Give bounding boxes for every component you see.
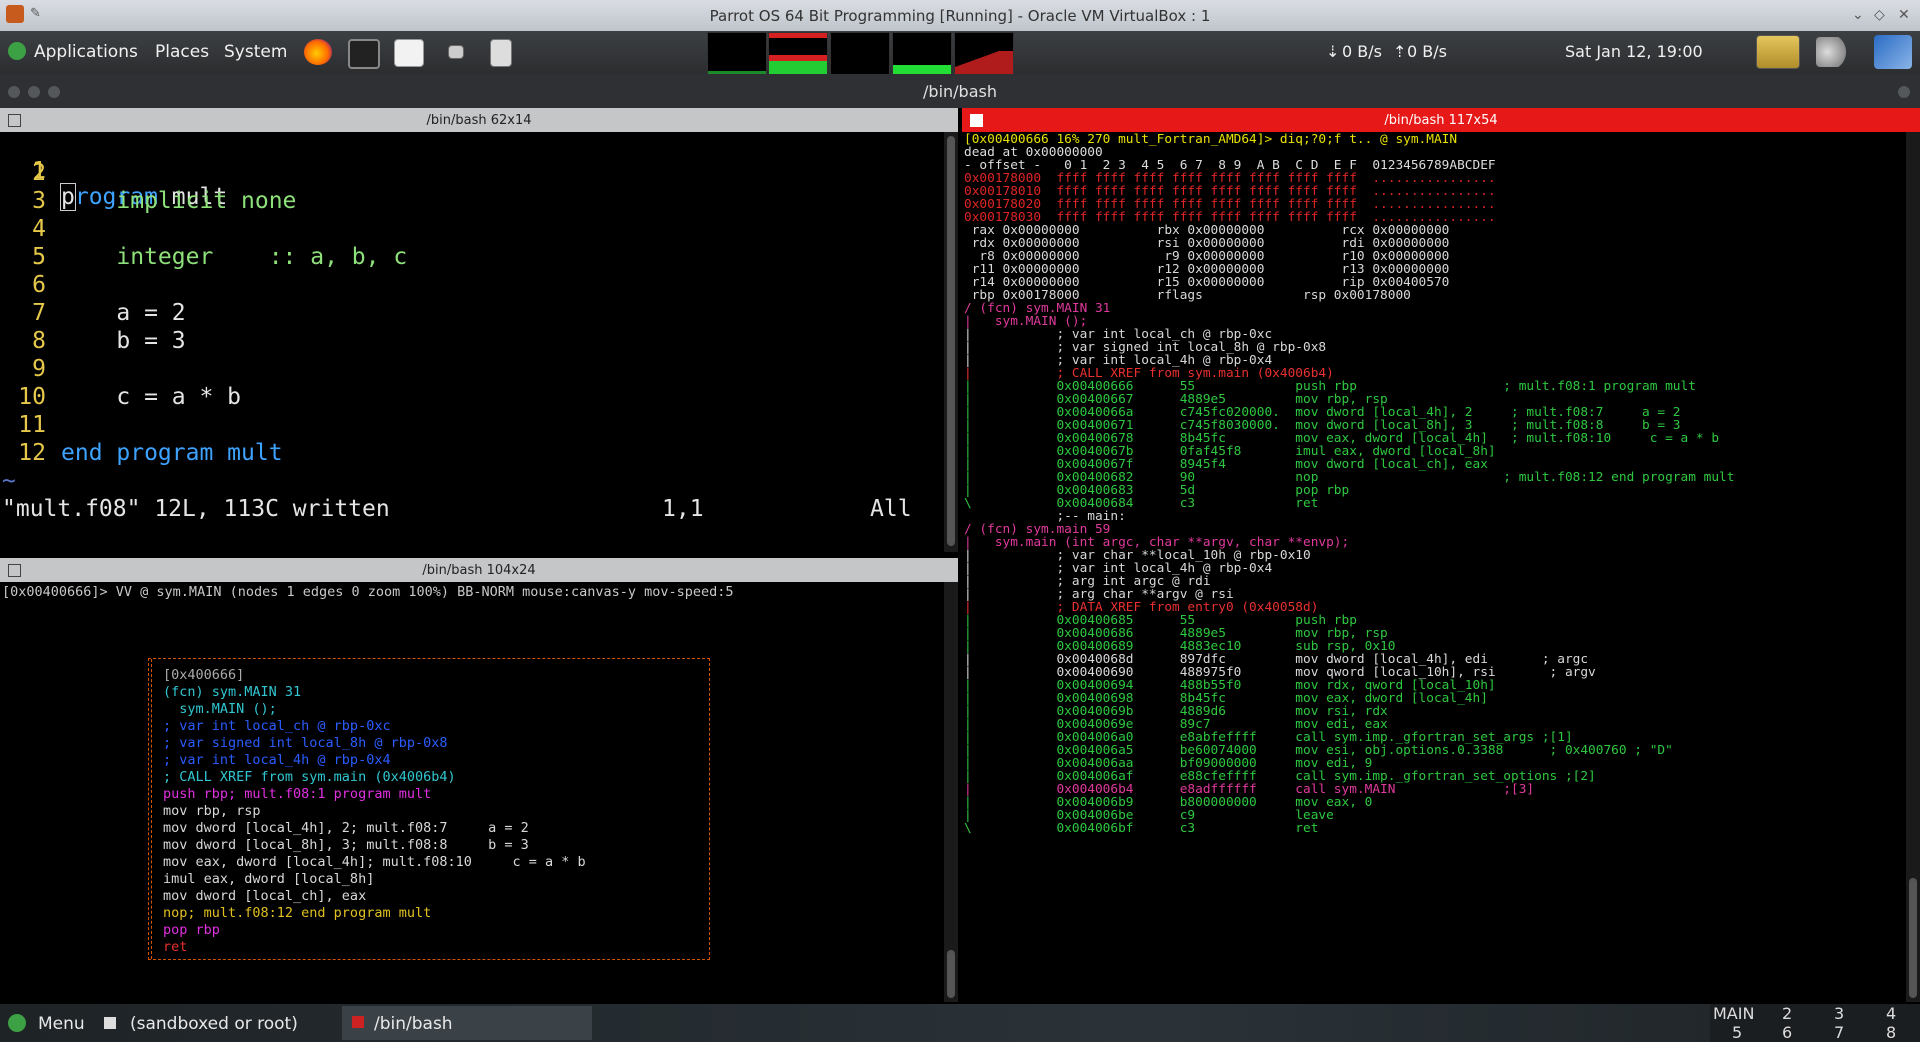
load-graph	[954, 32, 1014, 76]
taskbar-item-bash[interactable]: /bin/bash	[374, 1014, 453, 1034]
workspace-main[interactable]: MAIN	[1713, 1004, 1754, 1023]
swap-graph	[892, 32, 952, 76]
menu-places[interactable]: Places	[155, 42, 209, 62]
graph-node-box[interactable]: [0x400666] (fcn) sym.MAIN 31 sym.MAIN ()…	[148, 658, 710, 960]
terminal-icon[interactable]	[348, 39, 380, 69]
node-line: ret	[163, 939, 188, 955]
node-line: mov dword [local_4h], 2; mult.f08:7 a = …	[163, 820, 529, 836]
node-line: ; var int local_ch @ rbp-0xc	[163, 718, 391, 734]
vim-pane-title: /bin/bash 62x14	[426, 113, 532, 128]
workspace-3[interactable]: 3	[1834, 1004, 1844, 1023]
net-up-speed: 0 B/s	[1407, 42, 1447, 61]
node-line: mov dword [local_8h], 3; mult.f08:8 b = …	[163, 837, 529, 853]
node-line: (fcn) sym.MAIN 31	[163, 684, 302, 700]
node-line: imul eax, dword [local_8h]	[163, 871, 375, 887]
radare-graph-view[interactable]: [0x00400666]> VV @ sym.MAIN (nodes 1 edg…	[0, 582, 944, 1002]
vv-header: [0x00400666]> VV @ sym.MAIN (nodes 1 edg…	[2, 584, 734, 600]
memory-graph	[768, 32, 828, 76]
net-down-speed: 0 B/s	[1342, 42, 1382, 61]
workspace-5[interactable]: 5	[1732, 1023, 1742, 1042]
net-down-arrow-icon: ⇣	[1326, 42, 1340, 61]
r2-pane-title: /bin/bash 117x54	[1384, 113, 1498, 128]
user-icon[interactable]	[1874, 35, 1912, 69]
text-editor-icon[interactable]	[394, 39, 424, 67]
menu-logo-icon[interactable]	[8, 1014, 26, 1032]
vim-scrollbar[interactable]	[944, 132, 958, 552]
volume-icon[interactable]	[1816, 37, 1854, 67]
node-line: nop; mult.f08:12 end program mult	[163, 905, 432, 921]
workspace-4[interactable]: 4	[1886, 1004, 1896, 1023]
fullscreen-dot-icon[interactable]	[1898, 86, 1910, 98]
vv-scrollbar[interactable]	[944, 582, 958, 1002]
window-icon	[104, 1017, 116, 1029]
archive-icon[interactable]	[490, 39, 512, 67]
top-panel: Applications Places System ⇣ 0 B/s ⇡ 0 B…	[0, 31, 1920, 76]
terminal-window-header: /bin/bash	[0, 74, 1920, 108]
r2-line: \ 0x004006bf c3 ret	[964, 821, 1319, 836]
workspace-6[interactable]: 6	[1782, 1023, 1792, 1042]
vv-scrollbar-thumb[interactable]	[947, 950, 955, 998]
net-up-arrow-icon: ⇡	[1393, 42, 1407, 61]
taskbar-menu[interactable]: Menu	[38, 1014, 85, 1034]
node-line: sym.MAIN ();	[163, 701, 277, 717]
cpu-graph	[707, 32, 767, 76]
taskbar-item-sandboxed[interactable]: (sandboxed or root)	[130, 1014, 298, 1034]
vim-tilde: ~	[2, 468, 16, 494]
node-line: mov eax, dword [local_4h]; mult.f08:10 c…	[163, 854, 586, 870]
node-line: push rbp; mult.f08:1 program mult	[163, 786, 432, 802]
workspace-7[interactable]: 7	[1834, 1023, 1844, 1042]
vim-editor[interactable]: 1 program mult 2 3 implicit none 4 5 int…	[0, 132, 944, 552]
window-title: Parrot OS 64 Bit Programming [Running] -…	[709, 7, 1211, 25]
display-icon[interactable]	[1756, 35, 1800, 69]
terminal-title: /bin/bash	[923, 82, 997, 101]
node-line: pop rbp	[163, 922, 220, 938]
node-line: ; var signed int local_8h @ rbp-0x8	[163, 735, 448, 751]
node-line: mov rbp, rsp	[163, 803, 261, 819]
vim-scrollbar-thumb[interactable]	[947, 136, 955, 546]
menu-applications[interactable]: Applications	[34, 42, 138, 62]
r2-scrollbar[interactable]	[1906, 132, 1920, 1002]
clock[interactable]: Sat Jan 12, 19:00	[1565, 42, 1703, 61]
vim-cursor-position: 1,1	[662, 496, 704, 522]
workspace-2[interactable]: 2	[1782, 1004, 1792, 1023]
vv-pane-title: /bin/bash 104x24	[422, 563, 536, 578]
node-line: [0x400666]	[163, 667, 245, 683]
node-line: mov dword [local_ch], eax	[163, 888, 367, 904]
r2-pane-titlebar[interactable]: /bin/bash 117x54	[962, 108, 1920, 132]
menu-system[interactable]: System	[224, 42, 287, 62]
radare-debug-view[interactable]: [0x00400666 16% 270 mult_Fortran_AMD64]>…	[962, 132, 1906, 1002]
minimize-icon[interactable]: ⌄	[1852, 7, 1864, 23]
workspace-8[interactable]: 8	[1886, 1023, 1896, 1042]
node-line: ; CALL XREF from sym.main (0x4006b4)	[163, 769, 456, 785]
firefox-icon[interactable]	[304, 39, 332, 65]
vim-pane-titlebar[interactable]: /bin/bash 62x14	[0, 108, 958, 132]
terminal-window-icon	[352, 1016, 364, 1028]
screenshot-icon[interactable]	[448, 45, 464, 59]
vv-pane-titlebar[interactable]: /bin/bash 104x24	[0, 558, 958, 582]
vim-line: 1 program mult	[32, 158, 228, 211]
vim-status-message: "mult.f08" 12L, 113C written	[2, 496, 390, 522]
vbox-titlebar: ✎ Parrot OS 64 Bit Programming [Running]…	[0, 0, 1920, 32]
vim-scroll-position: All	[870, 496, 912, 522]
bottom-taskbar: Menu (sandboxed or root) /bin/bash MAIN …	[0, 1004, 1920, 1042]
parrot-logo-icon	[8, 42, 26, 60]
r2-scrollbar-thumb[interactable]	[1909, 878, 1917, 998]
close-icon[interactable]: ✕	[1898, 7, 1910, 23]
network-graph	[830, 32, 890, 76]
node-line: ; var int local_4h @ rbp-0x4	[163, 752, 391, 768]
maximize-icon[interactable]: ◇	[1874, 7, 1885, 23]
